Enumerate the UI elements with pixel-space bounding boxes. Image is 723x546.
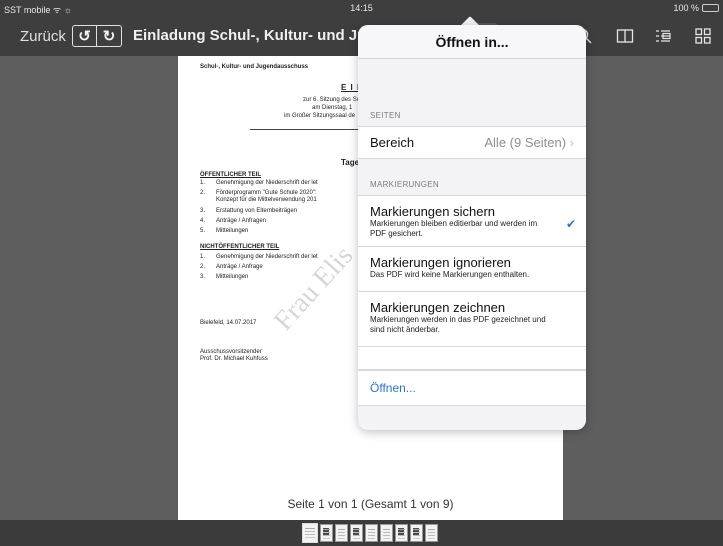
page-range-value: Alle (9 Seiten) › [484, 135, 574, 150]
option-title: Markierungen sichern [370, 204, 496, 219]
section-markings-label: MARKIERUNGEN [370, 180, 439, 189]
doc-item-text: Anträge / Anfragen [216, 218, 267, 224]
thumbnail-list [302, 523, 438, 543]
option-title: Markierungen zeichnen [370, 300, 506, 315]
open-button[interactable]: Öffnen... [358, 370, 586, 406]
page-thumbnail[interactable] [302, 523, 318, 543]
doc-item-num: 1. [200, 254, 206, 260]
option-title: Markierungen ignorieren [370, 255, 511, 270]
doc-item-text: Anträge / Anfrage [216, 264, 263, 270]
doc-intro-3: im Großer Sitzungssaal de [284, 113, 356, 119]
doc-item-text: Mitteilungen [216, 274, 249, 280]
doc-item-num: 3. [200, 274, 206, 280]
doc-item-text: Konzept für die Mittelverwendung 201 [216, 197, 317, 203]
open-in-popover: Öffnen in... SEITEN Bereich Alle (9 Seit… [358, 25, 586, 430]
doc-item-text: Genehmigung der Niederschrift der let [216, 254, 318, 260]
option-description: Markierungen werden in das PDF gezeichne… [370, 315, 546, 334]
doc-public-title: ÖFFENTLICHER TEIL [200, 172, 261, 178]
doc-place-date: Bielefeld, 14.07.2017 [200, 320, 257, 326]
doc-header-left: Schul-, Kultur- und Jugendausschuss [200, 64, 309, 70]
doc-item-text: Genehmigung der Niederschrift der let [216, 180, 318, 186]
page-range-row[interactable]: Bereich Alle (9 Seiten) › [358, 126, 586, 159]
option-save-markings[interactable]: Markierungen sichern Markierungen bleibe… [358, 195, 586, 246]
doc-item-num: 1. [200, 180, 206, 186]
section-pages-label: SEITEN [370, 111, 401, 120]
battery-indicator: 100 % [673, 3, 719, 13]
page-thumbnail[interactable] [410, 524, 423, 542]
page-thumbnail[interactable] [335, 524, 348, 542]
status-bar: SST mobile ᯤ ☼ 14:15 100 % [0, 0, 723, 16]
doc-item-text: Förderprogramm "Gute Schule 2020": [216, 190, 317, 196]
page-indicator: Seite 1 von 1 (Gesamt 1 von 9) [287, 497, 454, 511]
popover-title: Öffnen in... [358, 25, 586, 59]
option-ignore-markings[interactable]: Markierungen ignorieren Das PDF wird kei… [358, 246, 586, 291]
option-description: Das PDF wird keine Markierungen enthalte… [370, 270, 530, 279]
option-draw-markings[interactable]: Markierungen zeichnen Markierungen werde… [358, 291, 586, 346]
doc-item-num: 2. [200, 190, 206, 196]
page-thumbnail[interactable] [425, 524, 438, 542]
page-thumbnail[interactable] [365, 524, 378, 542]
doc-agenda-heading: Tage [341, 158, 360, 167]
doc-signature-role: Ausschussvorsitzender [200, 349, 262, 355]
doc-item-num: 3. [200, 208, 206, 214]
undo-button[interactable]: ↺ [72, 25, 97, 47]
empty-row [358, 346, 586, 370]
page-thumbnail[interactable] [320, 524, 333, 542]
doc-item-num: 5. [200, 228, 206, 234]
battery-percent: 100 % [673, 3, 699, 13]
undo-redo-group: ↺ ↻ [72, 25, 122, 47]
page-thumbnail[interactable] [380, 524, 393, 542]
page-thumbnail[interactable] [350, 524, 363, 542]
doc-item-text: Erstattung von Elternbeiträgen [216, 208, 298, 214]
page-range-value-text: Alle (9 Seiten) [484, 135, 567, 150]
option-description: Markierungen bleiben editierbar und werd… [370, 219, 538, 238]
clock: 14:15 [350, 3, 373, 13]
back-button[interactable]: Zurück [20, 28, 66, 45]
outline-icon[interactable] [653, 26, 673, 46]
thumbnail-strip [0, 520, 723, 546]
book-icon[interactable] [615, 26, 635, 46]
doc-intro-2: am Dienstag, 1 [312, 105, 353, 111]
doc-item-num: 2. [200, 264, 206, 270]
battery-icon [702, 4, 719, 12]
redo-button[interactable]: ↻ [97, 25, 122, 47]
doc-private-title: NICHTÖFFENTLICHER TEIL [200, 244, 280, 250]
doc-signature-name: Prof. Dr. Michael Kuhfuss [200, 356, 268, 362]
doc-item-num: 4. [200, 218, 206, 224]
page-thumbnail[interactable] [395, 524, 408, 542]
open-label: Öffnen... [370, 381, 416, 395]
chevron-right-icon: › [569, 135, 574, 150]
doc-item-text: Mitteilungen [216, 228, 249, 234]
grid-icon[interactable] [693, 26, 713, 46]
checkmark-icon: ✔ [565, 217, 576, 231]
page-range-label: Bereich [370, 135, 415, 150]
